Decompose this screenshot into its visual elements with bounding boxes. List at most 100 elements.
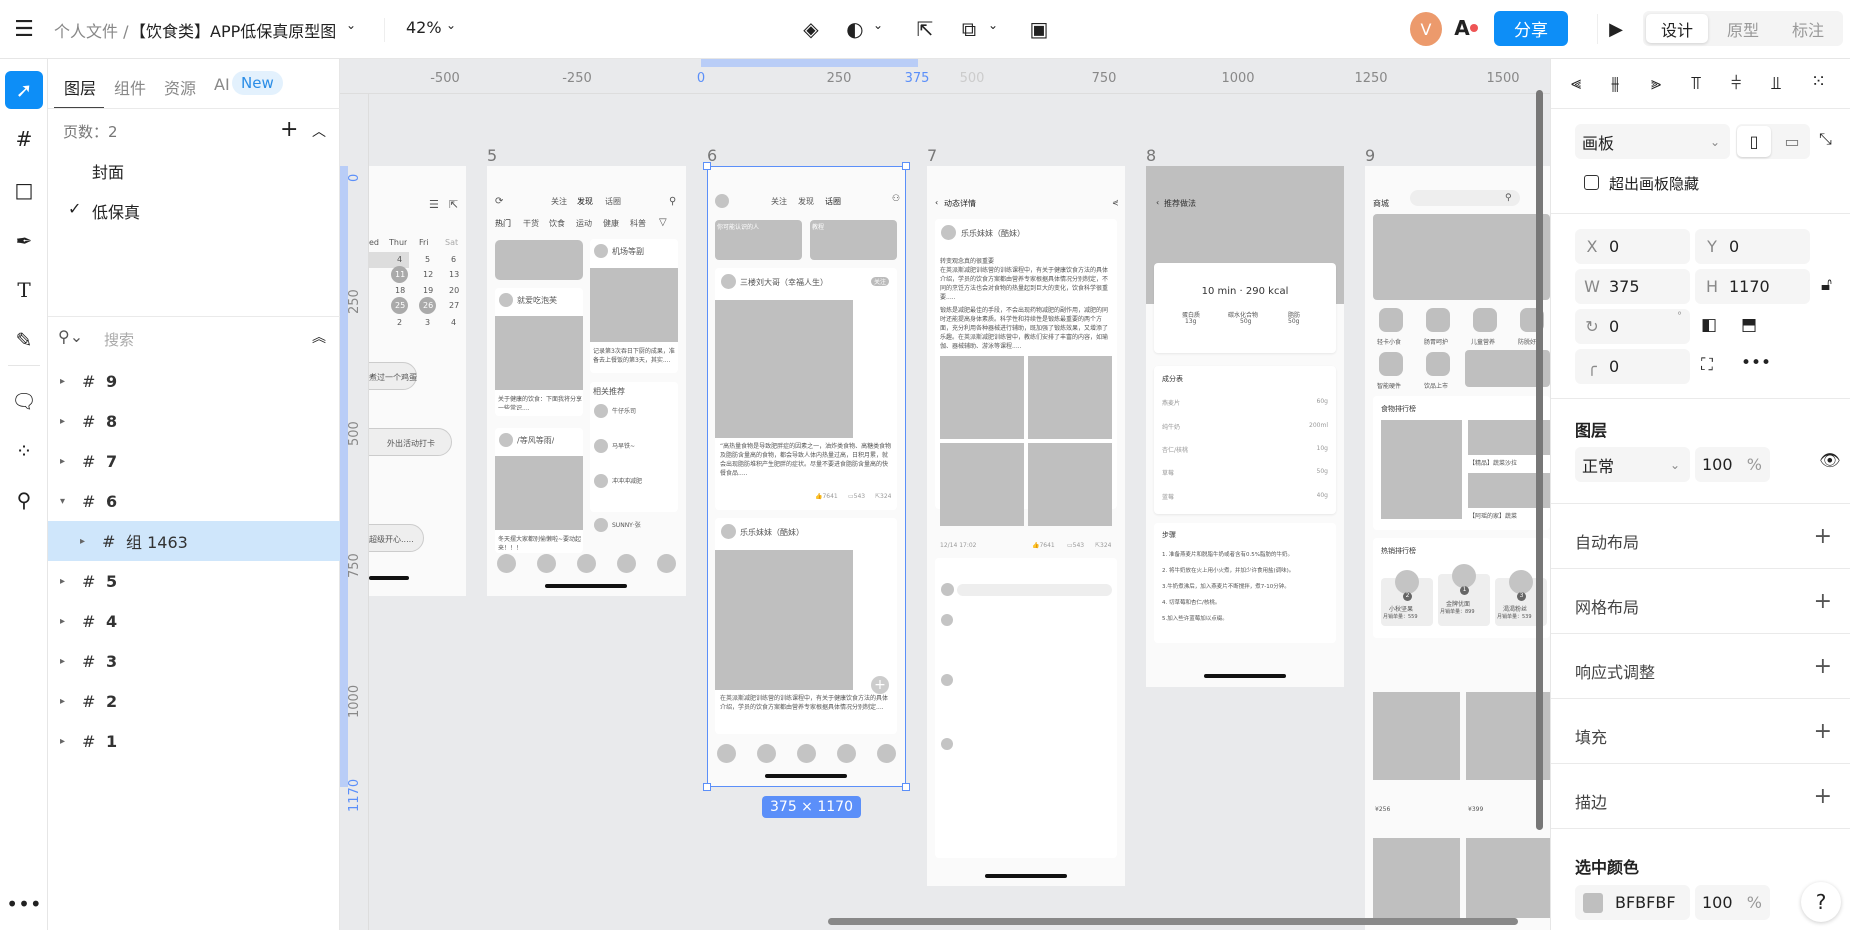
resize-handle[interactable]: [902, 783, 910, 791]
artboard-8[interactable]: ‹ 推荐做法 10 min · 290 kcal 蛋白质 13g 碳水化合物 5…: [1146, 166, 1344, 687]
avatar[interactable]: V: [1410, 12, 1442, 46]
color-swatch[interactable]: [1583, 892, 1603, 913]
expand-arrow-icon[interactable]: ▸: [60, 416, 82, 427]
more-icon[interactable]: •••: [5, 885, 43, 923]
tab-layers[interactable]: 图层: [64, 75, 96, 99]
search-icon[interactable]: ⚲⌄: [58, 327, 83, 346]
layer-item[interactable]: ▸ #5: [48, 561, 340, 601]
pen-tool-icon[interactable]: ✒: [5, 222, 43, 260]
expand-arrow-icon[interactable]: ▸: [60, 656, 82, 667]
artboard-9[interactable]: 商城 ⚲ 轻卡小食 肠胃呵护 儿童营养 防脱好物 智能硬件 饮品上市 食物排行榜…: [1365, 166, 1550, 930]
layer-item[interactable]: ▸ #4: [48, 601, 340, 641]
corner-radius-field[interactable]: ╭ 0: [1575, 349, 1690, 384]
comment-tool-icon[interactable]: 🗨: [5, 382, 43, 420]
width-field[interactable]: W 375: [1575, 269, 1690, 304]
opacity-field[interactable]: 100%: [1695, 447, 1770, 482]
align-left-icon[interactable]: ⫷: [1571, 73, 1581, 94]
pencil-tool-icon[interactable]: ✎: [5, 321, 43, 359]
font-missing-icon[interactable]: A: [1452, 14, 1480, 42]
artboard-6[interactable]: 关注 发现 话圈 ⚇ 你可能认识的人 教程 三楼刘大哥（幸福人生） 关注 “高热…: [707, 166, 906, 787]
tab-ai[interactable]: AI: [214, 75, 230, 94]
layer-search-input[interactable]: 搜索: [104, 329, 134, 350]
align-center-h-icon[interactable]: ⫵: [1611, 73, 1619, 94]
component-icon[interactable]: ◈: [798, 16, 824, 42]
x-field[interactable]: X0: [1575, 229, 1690, 264]
frame-tool-icon[interactable]: #: [5, 120, 43, 158]
tab-components[interactable]: 组件: [114, 75, 146, 99]
contrast-icon[interactable]: ◐: [842, 16, 868, 42]
expand-arrow-icon[interactable]: ▸: [60, 376, 82, 387]
rotation-field[interactable]: ↻ 0 °: [1575, 309, 1690, 344]
add-grid-icon[interactable]: +: [1814, 589, 1832, 614]
boolean-icon[interactable]: ⧉: [956, 16, 982, 42]
distribute-icon[interactable]: ⁙: [1811, 71, 1826, 92]
export-icon[interactable]: ⇱: [912, 16, 938, 42]
flip-horizontal-icon[interactable]: ◧: [1701, 315, 1717, 335]
mode-design[interactable]: 设计: [1646, 14, 1708, 43]
mode-prototype[interactable]: 原型: [1712, 14, 1774, 43]
resize-handle[interactable]: [703, 783, 711, 791]
artboard-label[interactable]: 7: [927, 146, 937, 165]
unlock-icon[interactable]: 🔓︎: [1821, 275, 1832, 295]
layer-item[interactable]: ▸ #7: [48, 441, 340, 481]
help-button[interactable]: ?: [1801, 882, 1841, 922]
artboard-label[interactable]: 8: [1146, 146, 1156, 165]
align-bottom-icon[interactable]: ⫫: [1771, 73, 1781, 94]
collapse-icon[interactable]: ︿: [312, 121, 326, 141]
resize-handle[interactable]: [703, 162, 711, 170]
search-tool-icon[interactable]: ⚲: [5, 481, 43, 519]
layer-item[interactable]: ▾ #6: [48, 481, 340, 521]
tab-assets[interactable]: 资源: [164, 75, 196, 99]
share-button[interactable]: 分享: [1494, 11, 1568, 46]
add-page-icon[interactable]: +: [280, 117, 298, 142]
layer-item[interactable]: ▸ #8: [48, 401, 340, 441]
blend-mode-select[interactable]: 正常 ⌄: [1575, 447, 1690, 482]
chevron-down-icon[interactable]: ⌄: [988, 18, 998, 32]
text-tool-icon[interactable]: T: [5, 271, 43, 309]
eye-icon[interactable]: 👁︎: [1819, 451, 1841, 471]
independent-corners-icon[interactable]: ⛶: [1701, 355, 1713, 375]
expand-arrow-icon[interactable]: ▸: [60, 456, 82, 467]
expand-arrow-icon[interactable]: ▸: [60, 696, 82, 707]
layer-item[interactable]: ▸ #9: [48, 361, 340, 401]
expand-arrow-icon[interactable]: ▸: [60, 616, 82, 627]
play-icon[interactable]: ▶: [1603, 16, 1629, 42]
chevron-down-icon[interactable]: ⌄: [873, 18, 883, 32]
layer-item-selected[interactable]: ▸ # 组 1463: [48, 521, 340, 561]
artboard-4[interactable]: ☰ ⇱ ed Thur Fri Sat 4 5 6 11 12 13 18 19 20 25…: [369, 166, 466, 596]
landscape-icon[interactable]: ▭: [1776, 126, 1808, 157]
portrait-icon[interactable]: ▯: [1737, 126, 1771, 157]
chevron-down-icon[interactable]: ⌄: [346, 18, 356, 32]
page-item[interactable]: 封面: [92, 159, 124, 183]
breadcrumb-root[interactable]: 个人文件 /: [54, 18, 128, 42]
artboard-label[interactable]: 5: [487, 146, 497, 165]
move-tool-icon[interactable]: ➚: [5, 71, 43, 109]
add-constraint-icon[interactable]: +: [1814, 654, 1832, 679]
layer-item[interactable]: ▸ #3: [48, 641, 340, 681]
layer-item[interactable]: ▸ #2: [48, 681, 340, 721]
page-item[interactable]: 低保真: [92, 199, 140, 223]
artboard-5[interactable]: ⟳ 关注 发现 话圈 ⚲ 热门 干货 饮食 运动 健康 科普 ▽ 机场等副 记录…: [487, 166, 686, 596]
fit-content-icon[interactable]: ⤡: [1819, 129, 1832, 149]
expand-arrow-icon[interactable]: ▸: [60, 736, 82, 747]
align-middle-v-icon[interactable]: ⫩: [1731, 73, 1741, 94]
align-top-icon[interactable]: ⫪: [1691, 73, 1701, 94]
expand-arrow-icon[interactable]: ▸: [60, 576, 82, 587]
layer-item[interactable]: ▸ #1: [48, 721, 340, 761]
artboard-7[interactable]: ‹ 动态详情 ⋞ 乐乐妹妹（酷妹） 转变观念真的很重要 在英派斯减肥训练营的训练…: [927, 166, 1125, 886]
flip-vertical-icon[interactable]: ⬒: [1741, 315, 1757, 335]
align-right-icon[interactable]: ⫸: [1651, 73, 1661, 94]
color-field[interactable]: BFBFBF: [1575, 885, 1690, 920]
vertical-scrollbar[interactable]: [1536, 90, 1543, 830]
resize-handle[interactable]: [902, 162, 910, 170]
color-opacity-field[interactable]: 100%: [1695, 885, 1770, 920]
more-options-icon[interactable]: •••: [1741, 353, 1771, 373]
menu-icon[interactable]: ☰: [12, 17, 36, 42]
frame-type-select[interactable]: 画板 ⌄: [1575, 124, 1730, 159]
mode-inspect[interactable]: 标注: [1777, 14, 1839, 43]
clip-content-checkbox[interactable]: [1584, 175, 1599, 190]
add-auto-layout-icon[interactable]: +: [1814, 524, 1832, 549]
artboard-label[interactable]: 9: [1365, 146, 1375, 165]
add-stroke-icon[interactable]: +: [1814, 784, 1832, 809]
horizontal-scrollbar[interactable]: [828, 918, 1518, 925]
